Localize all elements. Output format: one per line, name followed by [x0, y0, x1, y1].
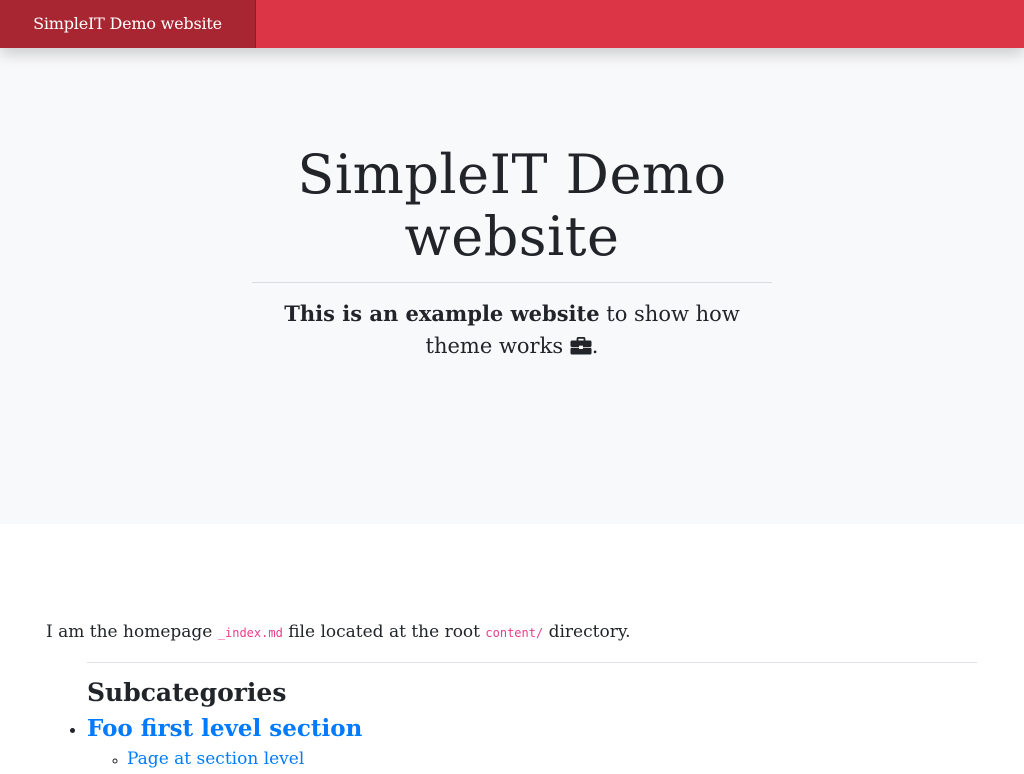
- intro-code-dir: content/: [485, 626, 544, 640]
- site-brand-link[interactable]: SimpleIT Demo website: [0, 0, 256, 48]
- section-link-foo[interactable]: Foo first level section: [87, 715, 362, 742]
- intro-suffix: directory.: [543, 622, 631, 642]
- hero-jumbotron: SimpleIT Demo website This is an example…: [0, 48, 1024, 524]
- intro-paragraph: I am the homepage _index.md file located…: [46, 620, 631, 645]
- top-navbar: SimpleIT Demo website: [0, 0, 1024, 48]
- intro-middle: file located at the root: [282, 622, 486, 642]
- list-item: Foo first level section Page at section …: [87, 712, 362, 772]
- hero-lead-text: This is an example website to show how t…: [252, 298, 772, 362]
- intro-code-file: _index.md: [217, 626, 283, 640]
- list-item: Page at section level: [127, 746, 362, 772]
- hero-divider: [252, 282, 772, 283]
- briefcase-icon: [570, 337, 592, 355]
- hero-lead-bold: This is an example website: [284, 301, 600, 326]
- intro-prefix: I am the homepage: [46, 622, 218, 642]
- hero-lead-end: .: [591, 334, 599, 358]
- main-content: I am the homepage _index.md file located…: [0, 524, 1024, 769]
- section-pages-list: Page at section level: [87, 746, 362, 772]
- page-link-section-level[interactable]: Page at section level: [127, 749, 304, 769]
- subcategories-list: Foo first level section Page at section …: [87, 712, 362, 772]
- content-divider: [87, 662, 977, 663]
- subcategories-heading: Subcategories: [87, 678, 287, 707]
- page-title: SimpleIT Demo website: [297, 143, 727, 268]
